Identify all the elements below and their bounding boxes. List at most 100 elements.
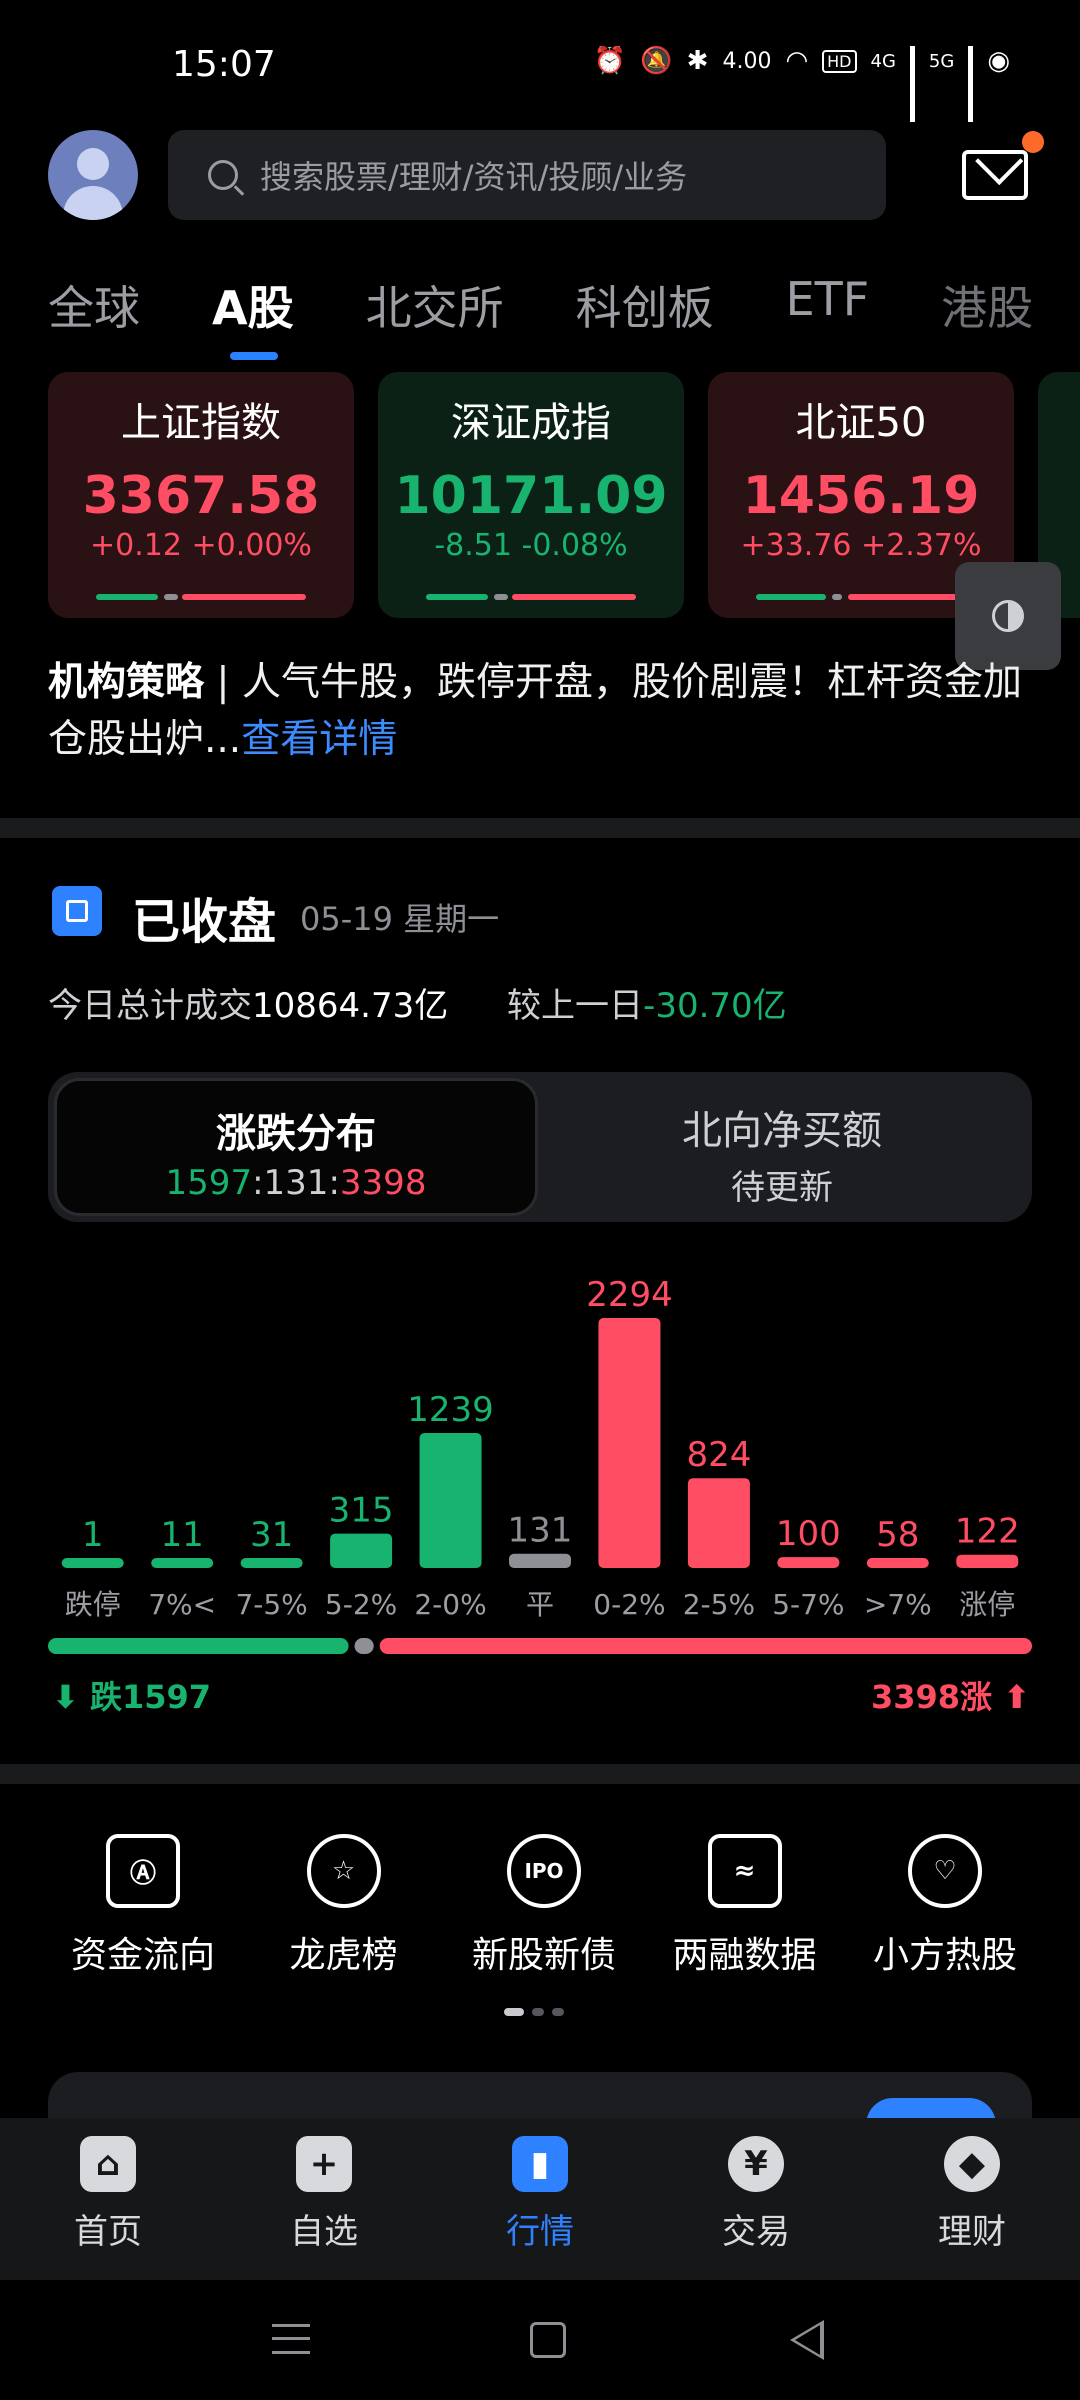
menu-icon[interactable] [272,2324,310,2354]
up-count: 3398涨 ⬆ [871,1672,1030,1718]
tab-star-market[interactable]: 科创板 [576,272,714,362]
market-status-icon [52,886,102,936]
index-change: -8.51 -0.08% [434,528,628,563]
home-button-icon[interactable] [530,2322,566,2358]
tool-margin-data[interactable]: ≈ 两融数据 [646,1834,844,1978]
status-bar: 15:07 ⏰ 🔕 ✱ 4.00 ◠ HD 4G 5G ◉ [0,0,1080,122]
nav-trade[interactable]: ¥ 交易 [681,2136,831,2280]
tab-hk-shares[interactable]: 港股 [941,272,1033,362]
trade-icon: ¥ [728,2136,784,2192]
network-speed: 4.00 [722,48,772,74]
signal-icon [909,46,915,122]
index-breadth-bar [756,594,966,600]
tool-label: 两融数据 [672,1935,817,1976]
nav-label: 行情 [506,2212,574,2252]
tool-fund-flow[interactable]: Ⓐ 资金流向 [44,1834,242,1978]
bar-value-label: 824 [686,1435,751,1475]
home-icon: ⌂ [80,2136,136,2192]
avatar[interactable] [48,130,138,220]
status-time: 15:07 [172,44,276,85]
section-divider [0,1764,1080,1784]
section-divider [0,818,1080,838]
news-tag: 机构策略 [48,660,205,705]
index-card-sse[interactable]: 上证指数 3367.58 +0.12 +0.00% [48,372,354,618]
notification-dot [1022,131,1044,153]
rise-fall-ratio: 1597:131:3398 [165,1163,427,1203]
bar-3 [330,1533,393,1568]
turnover-label: 今日总计成交 [48,986,252,1026]
tool-hot-stock[interactable]: ♡ 小方热股 [846,1834,1044,1978]
northbound-status: 待更新 [731,1168,833,1208]
tab-rise-fall-distribution[interactable]: 涨跌分布 1597:131:3398 [54,1078,538,1216]
nav-watchlist[interactable]: + 自选 [249,2136,399,2280]
category-label: 7-5% [235,1588,307,1621]
news-detail-link[interactable]: 查看详情 [241,717,397,762]
margin-data-icon: ≈ [707,1834,782,1908]
tab-etf[interactable]: ETF [786,272,870,362]
tool-dragon-tiger[interactable]: ☆ 龙虎榜 [245,1834,443,1978]
nav-label: 理财 [938,2212,1006,2252]
index-name: 深证成指 [451,400,611,446]
arrow-up-icon: ⬆ [992,1678,1030,1716]
bar-value-label: 122 [955,1512,1020,1552]
bottom-nav: ⌂ 首页 + 自选 ▮ 行情 ¥ 交易 ◆ 理财 [0,2118,1080,2280]
compare-label: 较上一日 [507,986,644,1026]
avatar-shoulder [63,186,123,220]
bar-5 [509,1553,571,1568]
market-tabs: 全球 A股 北交所 科创板 ETF 港股 [48,272,1080,362]
flat-segment [354,1638,374,1654]
index-breadth-bar [426,594,636,600]
turnover-summary: 今日总计成交10864.73亿 较上一日-30.70亿 [48,978,787,1027]
status-icons: ⏰ 🔕 ✱ 4.00 ◠ HD 4G 5G ◉ [593,46,1010,122]
alarm-icon: ⏰ [593,46,627,76]
tab-global[interactable]: 全球 [48,272,140,362]
tool-ipo[interactable]: IPO 新股新债 [445,1834,643,1978]
wealth-icon: ◆ [944,2136,1000,2192]
nav-home[interactable]: ⌂ 首页 [33,2136,183,2280]
mail-icon[interactable] [962,150,1028,200]
tab-a-shares[interactable]: A股 [212,272,294,362]
battery-icon: ◉ [987,46,1010,76]
nav-label: 首页 [74,2212,142,2252]
index-change: +0.12 +0.00% [90,528,312,563]
ratio-down: 1597 [165,1163,253,1203]
index-card-szse[interactable]: 深证成指 10171.09 -8.51 -0.08% [378,372,684,618]
search-input[interactable]: 搜索股票/理财/资讯/投顾/业务 [168,130,886,220]
index-breadth-bar [96,594,306,600]
category-label: 0-2% [593,1588,665,1621]
category-label: 平 [526,1588,554,1621]
tab-northbound-net-buy[interactable]: 北向净买额 待更新 [538,1078,1026,1216]
tab-bse[interactable]: 北交所 [366,272,504,362]
tool-label: 龙虎榜 [289,1935,398,1976]
avatar-head [77,148,109,180]
ratio-flat: 131 [263,1163,329,1203]
category-label: >7% [864,1588,932,1621]
nav-market[interactable]: ▮ 行情 [465,2136,615,2280]
index-name: 上证指数 [121,400,281,446]
search-placeholder: 搜索股票/理财/资讯/投顾/业务 [260,158,688,196]
watchlist-icon: + [296,2136,352,2192]
tool-label: 新股新债 [471,1935,616,1976]
search-icon [208,160,238,190]
down-segment [48,1638,349,1654]
dragon-tiger-icon: ☆ [306,1834,381,1908]
ipo-icon: IPO [507,1834,581,1908]
hot-stock-icon: ♡ [908,1834,982,1908]
ratio-up: 3398 [339,1163,427,1203]
news-ticker[interactable]: 机构策略 | 人气牛股，跌停开盘，股价剧震！杠杆资金加仓股出炉...查看详情 [48,654,1038,768]
bar-value-label: 100 [776,1514,841,1554]
hd-icon: HD [822,49,857,73]
mute-icon: 🔕 [640,46,673,76]
category-label: 2-5% [683,1588,755,1621]
bar-4 [419,1432,482,1568]
bar-value-label: 58 [876,1515,919,1555]
down-count-label: 跌1597 [89,1678,212,1716]
nav-wealth[interactable]: ◆ 理财 [897,2136,1047,2280]
category-label: 2-0% [414,1588,486,1621]
compare-value: -30.70亿 [643,986,787,1026]
back-icon[interactable] [790,2320,824,2360]
signal-4g-label: 4G [870,50,896,72]
up-count-label: 3398涨 [870,1678,993,1716]
bar-10 [956,1554,1019,1568]
index-value: 1456.19 [742,466,980,526]
